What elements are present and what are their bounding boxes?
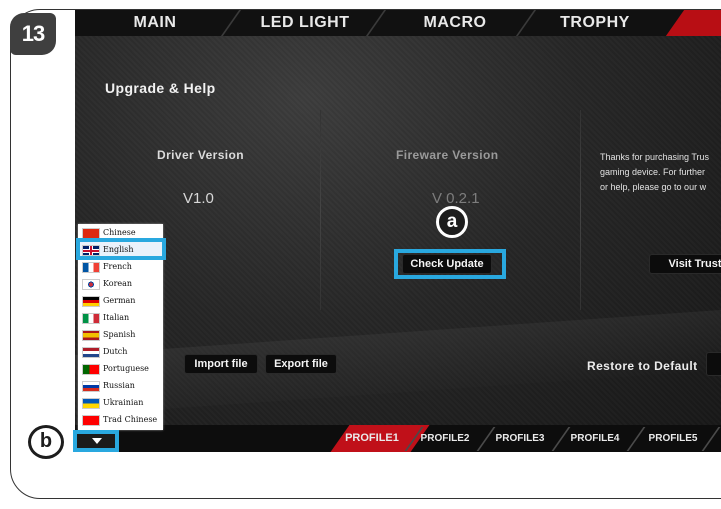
language-option-trad-chinese[interactable]: Trad Chinese [78, 411, 163, 428]
ru-flag-icon [82, 381, 100, 392]
tab-divider [365, 10, 387, 36]
driver-version-label: Driver Version [157, 148, 244, 162]
tab-main[interactable]: MAIN [115, 10, 195, 36]
de-flag-icon [82, 296, 100, 307]
language-option-spanish[interactable]: Spanish [78, 326, 163, 343]
nl-flag-icon [82, 347, 100, 358]
restore-default-button[interactable] [707, 353, 721, 375]
ua-flag-icon [82, 398, 100, 409]
kr-flag-icon [82, 279, 100, 290]
language-option-ukrainian[interactable]: Ukrainian [78, 394, 163, 411]
step-number-badge: 13 [10, 13, 56, 55]
language-option-italian[interactable]: Italian [78, 309, 163, 326]
tab-divider [220, 10, 242, 36]
tab-led-light[interactable]: LED LIGHT [245, 10, 365, 36]
es-flag-icon [82, 330, 100, 341]
page-title: Upgrade & Help [105, 80, 216, 96]
language-option-russian[interactable]: Russian [78, 377, 163, 394]
language-option-dutch[interactable]: Dutch [78, 343, 163, 360]
fr-flag-icon [82, 262, 100, 273]
tab-trophy[interactable]: TROPHY [545, 10, 645, 36]
export-file-button[interactable]: Export file [266, 355, 336, 373]
visit-trust-button[interactable]: Visit Trust [650, 255, 721, 273]
profile-tab-4[interactable]: PROFILE4 [565, 425, 625, 452]
import-file-button[interactable]: Import file [185, 355, 257, 373]
profile-tab-3[interactable]: PROFILE3 [490, 425, 550, 452]
pt-flag-icon [82, 364, 100, 375]
tab-upgrade-active[interactable] [665, 10, 721, 36]
firmware-version-value: V 0.2.1 [432, 190, 480, 207]
profile-tab-2[interactable]: PROFILE2 [415, 425, 475, 452]
english-option-highlight [76, 238, 166, 260]
it-flag-icon [82, 313, 100, 324]
trust-gaming-software-window: MAIN LED LIGHT MACRO TROPHY Upgrade & He… [75, 10, 721, 452]
column-divider [320, 110, 321, 310]
callout-b-marker: b [28, 425, 64, 459]
tw-flag-icon [82, 415, 100, 426]
column-divider [580, 110, 581, 310]
profile-tab-1[interactable]: PROFILE1 [340, 425, 404, 452]
language-option-korean[interactable]: Korean [78, 275, 163, 292]
restore-default-label: Restore to Default [587, 359, 698, 373]
dropdown-toggle-highlight [73, 430, 119, 452]
top-navigation: MAIN LED LIGHT MACRO TROPHY [75, 10, 721, 36]
language-option-german[interactable]: German [78, 292, 163, 309]
thanks-message: Thanks for purchasing Trus gaming device… [600, 152, 710, 192]
profile-tab-5[interactable]: PROFILE5 [643, 425, 703, 452]
check-update-highlight [394, 249, 506, 279]
tab-macro[interactable]: MACRO [405, 10, 505, 36]
tab-divider [515, 10, 537, 36]
callout-a-marker: a [436, 206, 468, 238]
driver-version-value: V1.0 [183, 190, 214, 207]
firmware-version-label: Fireware Version [396, 148, 499, 162]
language-option-portuguese[interactable]: Portuguese [78, 360, 163, 377]
language-option-french[interactable]: French [78, 258, 163, 275]
